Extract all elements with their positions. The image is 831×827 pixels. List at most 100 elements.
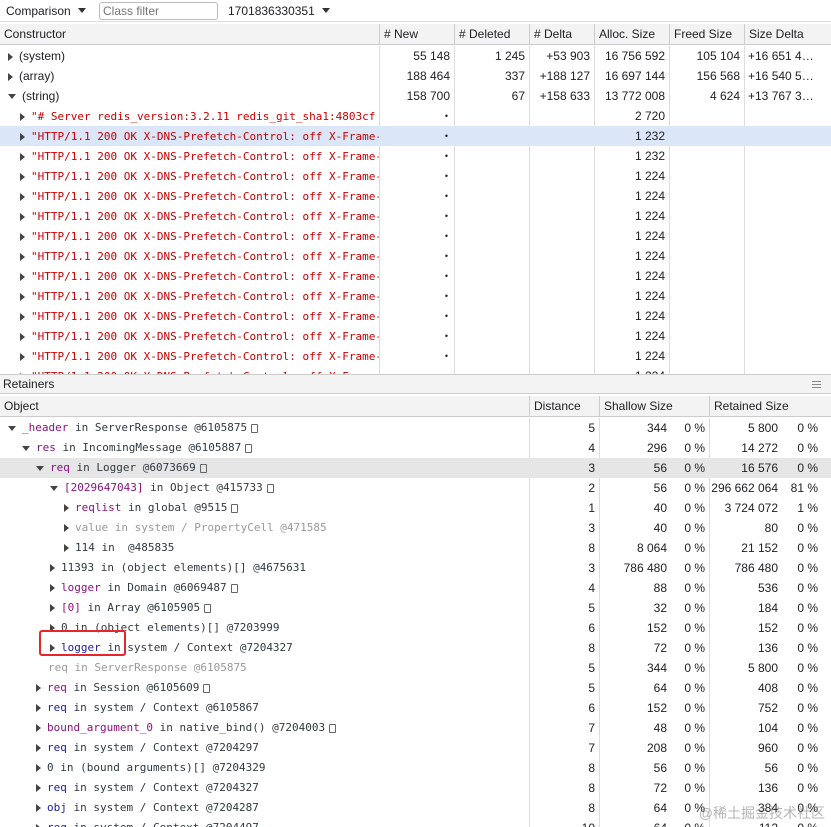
expand-triangle-icon[interactable] (36, 784, 41, 792)
expand-triangle-icon[interactable] (20, 332, 25, 341)
expand-triangle-icon[interactable] (36, 764, 41, 772)
string-instance-row[interactable]: "HTTP/1.1 200 OK X-DNS-Prefetch-Control:… (0, 326, 831, 346)
expand-triangle-icon[interactable] (20, 152, 25, 161)
delta-cell (529, 186, 594, 206)
retainer-row[interactable]: req in ServerResponse @6105875 5 344 0 % 5 8… (0, 658, 831, 678)
view-mode-select[interactable]: Comparison (0, 0, 94, 22)
expand-triangle-icon[interactable] (20, 232, 25, 241)
expand-triangle-icon[interactable] (8, 52, 13, 61)
retainer-row[interactable]: req in Session @6105609 5 64 0 % 408 0 % (0, 678, 831, 698)
string-instance-row[interactable]: "HTTP/1.1 200 OK X-DNS-Prefetch-Control:… (0, 126, 831, 146)
string-instance-row[interactable]: "HTTP/1.1 200 OK X-DNS-Prefetch-Control:… (0, 146, 831, 166)
reveal-in-summary-icon[interactable] (204, 603, 212, 613)
expand-triangle-icon[interactable] (20, 192, 25, 201)
string-instance-row[interactable]: "HTTP/1.1 200 OK X-DNS-Prefetch-Control:… (0, 206, 831, 226)
column-header-shallow-size[interactable]: Shallow Size (599, 396, 709, 417)
column-header-delta[interactable]: # Delta (529, 24, 594, 45)
distance-cell: 5 (588, 421, 595, 435)
constructor-group-row[interactable]: (string) 158 700 67 +158 633 13 772 008 4 624… (0, 86, 831, 106)
collapse-triangle-icon[interactable] (22, 445, 30, 451)
collapse-triangle-icon[interactable] (36, 465, 44, 471)
expand-triangle-icon[interactable] (50, 564, 55, 572)
reveal-in-summary-icon[interactable] (266, 483, 274, 493)
column-header-retained-size[interactable]: Retained Size (709, 396, 831, 417)
expand-triangle-icon[interactable] (36, 744, 41, 752)
column-header-distance[interactable]: Distance (529, 396, 599, 417)
expand-triangle-icon[interactable] (8, 72, 13, 81)
expand-triangle-icon[interactable] (64, 544, 69, 552)
reveal-in-summary-icon[interactable] (203, 683, 211, 693)
expand-triangle-icon[interactable] (20, 112, 25, 121)
retainer-row[interactable]: value in system / PropertyCell @471585 3 4… (0, 518, 831, 538)
retainer-row[interactable]: bound_argument_0 in native_bind() @72040… (0, 718, 831, 738)
retainer-row[interactable]: reqlist in global @9515 1 40 0 % 3 724 072 1 … (0, 498, 831, 518)
retainer-row[interactable]: req in Logger @6073669 3 56 0 % 16 576 0 % (0, 458, 831, 478)
reveal-in-summary-icon[interactable] (231, 503, 239, 513)
constructor-group-row[interactable]: (system) 55 148 1 245 +53 903 16 756 592 105 … (0, 46, 831, 66)
retainer-row[interactable]: logger in system / Context @7204327 8 72 0 … (0, 630, 831, 658)
expand-triangle-icon[interactable] (20, 352, 25, 361)
expand-triangle-icon[interactable] (20, 292, 25, 301)
expand-triangle-icon[interactable] (20, 312, 25, 321)
retainer-row[interactable]: 114 in @485835 8 8 064 0 % 21 152 0 % (0, 538, 831, 558)
expand-triangle-icon[interactable] (50, 604, 55, 612)
column-header-deleted[interactable]: # Deleted (454, 24, 529, 45)
expand-triangle-icon[interactable] (20, 212, 25, 221)
string-instance-row[interactable]: "HTTP/1.1 200 OK X-DNS-Prefetch-Control:… (0, 186, 831, 206)
column-header-alloc-size[interactable]: Alloc. Size (594, 24, 669, 45)
reveal-in-summary-icon[interactable] (230, 583, 238, 593)
retainer-row[interactable]: req in system / Context @6105867 6 152 0 % 7… (0, 698, 831, 718)
string-instance-row[interactable]: "HTTP/1.1 200 OK X-DNS-Prefetch-Control:… (0, 246, 831, 266)
column-header-freed-size[interactable]: Freed Size (669, 24, 744, 45)
retainer-row[interactable]: req in system / Context @7204297 7 208 0 % 9… (0, 738, 831, 758)
collapse-triangle-icon[interactable] (8, 94, 16, 100)
string-instance-row[interactable]: "HTTP/1.1 200 OK X-DNS-Prefetch-Control:… (0, 226, 831, 246)
string-instance-row[interactable]: "HTTP/1.1 200 OK X-DNS-Prefetch-Control:… (0, 306, 831, 326)
retainer-row[interactable]: req in system / Context @7204327 8 72 0 % 13… (0, 778, 831, 798)
expand-triangle-icon[interactable] (50, 584, 55, 592)
expand-triangle-icon[interactable] (20, 252, 25, 261)
string-instance-row[interactable]: "HTTP/1.1 200 OK X-DNS-Prefetch-Control:… (0, 286, 831, 306)
reveal-in-summary-icon[interactable] (199, 463, 207, 473)
expand-triangle-icon[interactable] (36, 804, 41, 812)
string-instance-row[interactable]: "HTTP/1.1 200 OK X-DNS-Prefetch-Control:… (0, 266, 831, 286)
retainer-row[interactable]: _header in ServerResponse @6105875 5 344 0 … (0, 418, 831, 438)
string-instance-row[interactable]: "HTTP/1.1 200 OK X-DNS-Prefetch-Control:… (0, 366, 831, 374)
expand-triangle-icon[interactable] (20, 172, 25, 181)
drag-handle-icon[interactable] (812, 381, 821, 390)
retainer-row[interactable]: res in IncomingMessage @6105887 4 296 0 % 14… (0, 438, 831, 458)
retainer-row[interactable]: [0] in Array @6105905 5 32 0 % 184 0 % (0, 598, 831, 618)
expand-triangle-icon[interactable] (36, 704, 41, 712)
constructor-group-row[interactable]: (array) 188 464 337 +188 127 16 697 144 156 5… (0, 66, 831, 86)
snapshot-select[interactable]: 1701836330351 (228, 4, 330, 18)
shallow-size-cell: 32 (653, 601, 667, 615)
string-instance-row[interactable]: "HTTP/1.1 200 OK X-DNS-Prefetch-Control:… (0, 346, 831, 366)
string-instance-row[interactable]: "HTTP/1.1 200 OK X-DNS-Prefetch-Control:… (0, 166, 831, 186)
retainers-section-header[interactable]: Retainers (0, 374, 831, 394)
retainer-row[interactable]: 0 in (bound arguments)[] @7204329 8 56 0 % 5… (0, 758, 831, 778)
expand-triangle-icon[interactable] (20, 132, 25, 141)
expand-triangle-icon[interactable] (64, 504, 69, 512)
reveal-in-summary-icon[interactable] (245, 443, 253, 453)
retainer-row[interactable]: [2029647043] in Object @415733 2 56 0 % 296 … (0, 478, 831, 498)
string-instance-row[interactable]: "# Server redis_version:3.2.11 redis_git… (0, 106, 831, 126)
retainer-row[interactable]: logger in Domain @6069487 4 88 0 % 536 0 % (0, 578, 831, 598)
class-filter-input[interactable] (99, 1, 218, 20)
column-header-size-delta[interactable]: Size Delta (744, 24, 831, 45)
column-header-new[interactable]: # New (379, 24, 454, 45)
expand-triangle-icon[interactable] (20, 272, 25, 281)
column-header-object[interactable]: Object (0, 396, 529, 417)
collapse-triangle-icon[interactable] (8, 425, 16, 431)
expand-triangle-icon[interactable] (36, 724, 41, 732)
column-header-constructor[interactable]: Constructor (0, 24, 379, 45)
freed-cell (669, 206, 744, 226)
collapse-triangle-icon[interactable] (50, 485, 58, 491)
reveal-in-summary-icon[interactable] (329, 723, 337, 733)
expand-triangle-icon[interactable] (36, 684, 41, 692)
reveal-in-summary-icon[interactable] (251, 423, 259, 433)
shallow-size-percent: 0 % (684, 461, 705, 475)
expand-triangle-icon[interactable] (64, 524, 69, 532)
shallow-size-cell: 152 (646, 621, 667, 635)
retainer-row[interactable]: 11393 in (object elements)[] @4675631 3 78… (0, 558, 831, 578)
delta-cell (529, 106, 594, 126)
